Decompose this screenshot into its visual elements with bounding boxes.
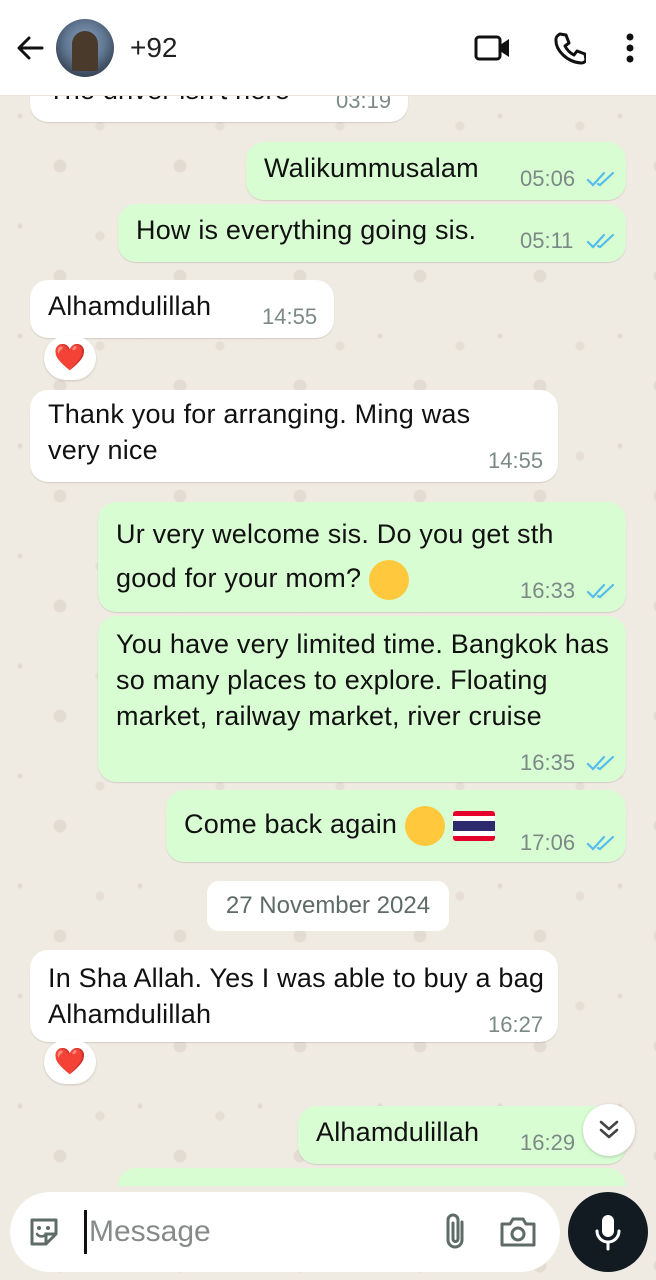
message-text: Thank you for arranging. Ming was very n… bbox=[48, 399, 471, 465]
message-time: 16:27 bbox=[488, 1012, 544, 1037]
back-arrow-icon[interactable] bbox=[10, 28, 50, 68]
contact-name[interactable]: +92 bbox=[130, 32, 178, 64]
reaction-badge[interactable]: ❤️ bbox=[44, 1040, 96, 1084]
read-ticks-icon bbox=[586, 755, 615, 771]
message-bubble-incoming[interactable]: The driver isn't here 03:19 bbox=[30, 96, 408, 122]
heart-reaction-icon: ❤️ bbox=[53, 343, 87, 373]
face-with-hand-over-mouth-emoji-icon bbox=[404, 805, 445, 846]
message-composer[interactable]: Message bbox=[10, 1192, 560, 1272]
double-chevron-down-icon bbox=[599, 1120, 619, 1139]
message-bubble-outgoing[interactable]: Come back again 17:06 bbox=[166, 790, 626, 862]
message-bubble-outgoing[interactable] bbox=[118, 1168, 626, 1186]
message-time: 16:33 bbox=[520, 578, 576, 603]
scroll-to-bottom-button[interactable] bbox=[583, 1104, 635, 1156]
message-time: 05:11 bbox=[520, 228, 574, 253]
thailand-flag-emoji-icon bbox=[452, 810, 495, 841]
message-input[interactable]: Message bbox=[89, 1215, 211, 1249]
smiling-face-emoji-icon bbox=[368, 559, 409, 600]
message-bubble-outgoing[interactable]: Walikummusalam 05:06 bbox=[246, 142, 626, 200]
sticker-icon[interactable] bbox=[26, 1214, 62, 1250]
message-bubble-outgoing[interactable]: You have very limited time. Bangkok has … bbox=[98, 616, 626, 782]
message-bubble-outgoing[interactable]: Ur very welcome sis. Do you get sth good… bbox=[98, 502, 626, 612]
contact-avatar[interactable] bbox=[56, 18, 114, 77]
message-time: 17:06 bbox=[520, 830, 576, 855]
message-text: Alhamdulillah bbox=[316, 1117, 480, 1147]
message-text: How is everything going sis. bbox=[136, 215, 477, 245]
message-time: 03:19 bbox=[336, 96, 392, 113]
read-ticks-icon bbox=[586, 233, 615, 249]
chat-header: +92 bbox=[0, 0, 656, 96]
more-options-icon[interactable] bbox=[626, 33, 634, 63]
message-list[interactable]: The driver isn't here 03:19 Walikummusal… bbox=[0, 96, 656, 1186]
message-text: In Sha Allah. Yes I was able to buy a ba… bbox=[48, 963, 545, 1029]
read-ticks-icon bbox=[586, 835, 615, 851]
message-time: 14:55 bbox=[262, 304, 318, 329]
message-text: The driver isn't here bbox=[48, 96, 290, 108]
message-text: Alhamdulillah bbox=[48, 291, 212, 321]
heart-reaction-icon: ❤️ bbox=[53, 1047, 87, 1077]
message-time: 16:35 bbox=[520, 750, 576, 775]
voice-message-button[interactable] bbox=[568, 1192, 648, 1272]
message-bubble-incoming[interactable]: Alhamdulillah 14:55 bbox=[30, 280, 334, 338]
message-bubble-incoming[interactable]: In Sha Allah. Yes I was able to buy a ba… bbox=[30, 950, 558, 1042]
text-cursor bbox=[84, 1210, 87, 1254]
message-time: 14:55 bbox=[488, 448, 544, 473]
message-time: 05:06 bbox=[520, 166, 576, 191]
message-bubble-outgoing[interactable]: Alhamdulillah 16:29 bbox=[298, 1106, 626, 1164]
video-call-icon[interactable] bbox=[474, 33, 512, 63]
date-divider: 27 November 2024 bbox=[207, 881, 449, 931]
message-text: You have very limited time. Bangkok has … bbox=[116, 629, 610, 731]
attach-icon[interactable] bbox=[442, 1212, 468, 1252]
microphone-icon bbox=[595, 1215, 621, 1251]
message-bubble-incoming[interactable]: Thank you for arranging. Ming was very n… bbox=[30, 390, 558, 482]
camera-icon[interactable] bbox=[498, 1215, 538, 1249]
voice-call-icon[interactable] bbox=[552, 31, 586, 65]
message-text: Walikummusalam bbox=[264, 153, 479, 183]
read-ticks-icon bbox=[586, 171, 615, 187]
message-text: Come back again bbox=[184, 804, 495, 846]
reaction-badge[interactable]: ❤️ bbox=[44, 336, 96, 380]
read-ticks-icon bbox=[586, 583, 615, 599]
message-time: 16:29 bbox=[520, 1130, 576, 1155]
message-bubble-outgoing[interactable]: How is everything going sis. 05:11 bbox=[118, 204, 626, 262]
